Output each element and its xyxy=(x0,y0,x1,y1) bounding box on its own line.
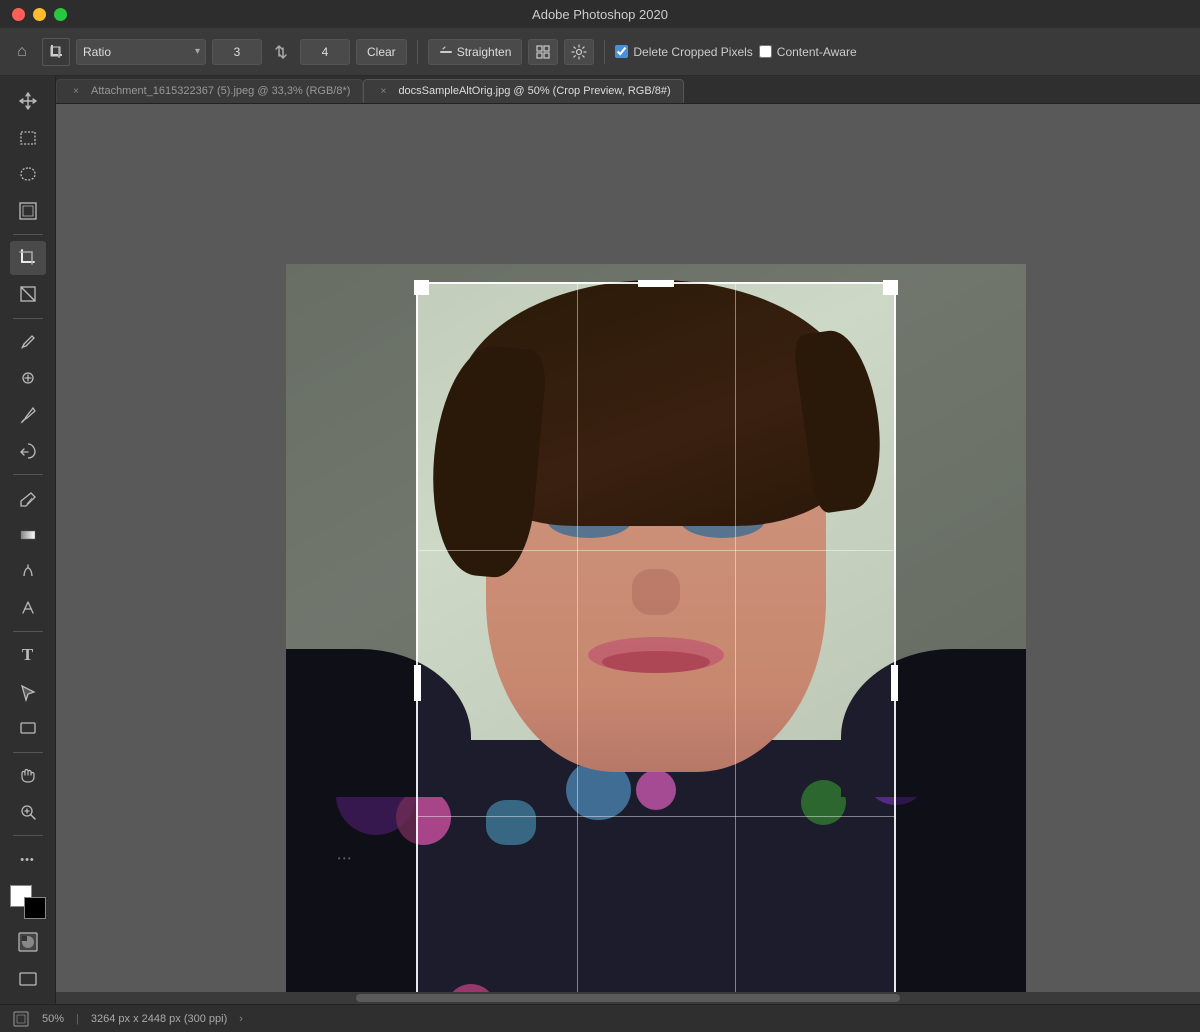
tab-1-label: Attachment_1615322367 (5).jpeg @ 33,3% (… xyxy=(91,85,350,97)
tool-sep-5 xyxy=(13,752,43,753)
crop-tool[interactable] xyxy=(10,241,46,275)
close-button[interactable] xyxy=(12,8,25,21)
eraser-tool[interactable] xyxy=(10,481,46,515)
tool-sep-6 xyxy=(13,835,43,836)
tab-1-close[interactable]: × xyxy=(69,84,83,98)
toolbar: ⌂ RatioOriginal Ratio1:1 (Square)4:5 (8:… xyxy=(0,28,1200,76)
content-aware-label[interactable]: Content-Aware xyxy=(759,45,857,59)
pen-tool[interactable] xyxy=(10,591,46,625)
screen-modes-icon[interactable] xyxy=(12,1010,30,1028)
minimize-button[interactable] xyxy=(33,8,46,21)
tab-2-close[interactable]: × xyxy=(376,84,390,98)
frame-tool[interactable] xyxy=(10,277,46,311)
photo-document: • • • xyxy=(286,264,1026,992)
separator-1 xyxy=(417,40,418,64)
clear-button[interactable]: Clear xyxy=(356,39,407,65)
tabs-bar: × Attachment_1615322367 (5).jpeg @ 33,3%… xyxy=(56,76,1200,104)
tab-1[interactable]: × Attachment_1615322367 (5).jpeg @ 33,3%… xyxy=(56,79,363,103)
gradient-tool[interactable] xyxy=(10,518,46,552)
tool-sep-3 xyxy=(13,474,43,475)
straighten-button[interactable]: Straighten xyxy=(428,39,523,65)
maximize-button[interactable] xyxy=(54,8,67,21)
zoom-level: 50% xyxy=(42,1013,64,1025)
quick-mask-button[interactable] xyxy=(10,925,46,959)
traffic-lights xyxy=(12,8,67,21)
type-tool[interactable]: T xyxy=(10,638,46,672)
tool-sep-4 xyxy=(13,631,43,632)
delete-cropped-label[interactable]: Delete Cropped Pixels xyxy=(615,45,752,59)
brush-tool[interactable] xyxy=(10,398,46,432)
ratio-select-wrapper: RatioOriginal Ratio1:1 (Square)4:5 (8:10… xyxy=(76,39,206,65)
ratio-select[interactable]: RatioOriginal Ratio1:1 (Square)4:5 (8:10… xyxy=(76,39,206,65)
tab-2[interactable]: × docsSampleAltOrig.jpg @ 50% (Crop Prev… xyxy=(363,79,683,103)
delete-cropped-checkbox[interactable] xyxy=(615,45,628,58)
tool-sep-1 xyxy=(13,234,43,235)
move-tool[interactable] xyxy=(10,84,46,118)
extra-tools[interactable]: ••• xyxy=(10,842,46,876)
canvas-viewport[interactable]: • • • xyxy=(56,104,1200,992)
grid-overlay-button[interactable] xyxy=(528,39,558,65)
tool-sep-2 xyxy=(13,318,43,319)
blur-tool[interactable] xyxy=(10,554,46,588)
foreground-color-swatch[interactable] xyxy=(24,897,46,919)
eyedropper-tool[interactable] xyxy=(10,325,46,359)
shape-tool[interactable] xyxy=(10,711,46,745)
settings-button[interactable] xyxy=(564,39,594,65)
separator-2 xyxy=(604,40,605,64)
titlebar: Adobe Photoshop 2020 xyxy=(0,0,1200,28)
zoom-tool[interactable] xyxy=(10,795,46,829)
swap-button[interactable] xyxy=(268,39,294,65)
heal-tool[interactable] xyxy=(10,361,46,395)
statusbar: 50% | 3264 px x 2448 px (300 ppi) › xyxy=(0,1004,1200,1032)
tab-2-label: docsSampleAltOrig.jpg @ 50% (Crop Previe… xyxy=(398,85,670,97)
marquee-tool[interactable] xyxy=(10,120,46,154)
magic-wand-tool[interactable] xyxy=(10,193,46,227)
status-separator: | xyxy=(76,1013,79,1025)
canvas-area: • • • xyxy=(56,104,1200,1004)
color-swatches[interactable] xyxy=(10,885,46,919)
width-input[interactable] xyxy=(212,39,262,65)
app-title: Adobe Photoshop 2020 xyxy=(532,7,668,22)
tools-panel: T ••• xyxy=(0,76,56,1004)
status-nav xyxy=(12,1010,30,1028)
dots-indicator: • • • xyxy=(338,854,351,863)
canvas-scrollbar[interactable] xyxy=(56,992,1200,1004)
path-select-tool[interactable] xyxy=(10,675,46,709)
home-button[interactable]: ⌂ xyxy=(8,38,36,66)
scrollbar-thumb[interactable] xyxy=(356,994,900,1002)
hand-tool[interactable] xyxy=(10,758,46,792)
crop-tool-icon[interactable] xyxy=(42,38,70,66)
clone-stamp-tool[interactable] xyxy=(10,434,46,468)
screen-mode-button[interactable] xyxy=(10,962,46,996)
content-aware-checkbox[interactable] xyxy=(759,45,772,58)
status-arrow[interactable]: › xyxy=(239,1013,243,1025)
image-dimensions: 3264 px x 2448 px (300 ppi) xyxy=(91,1013,227,1025)
height-input[interactable] xyxy=(300,39,350,65)
lasso-tool[interactable] xyxy=(10,157,46,191)
